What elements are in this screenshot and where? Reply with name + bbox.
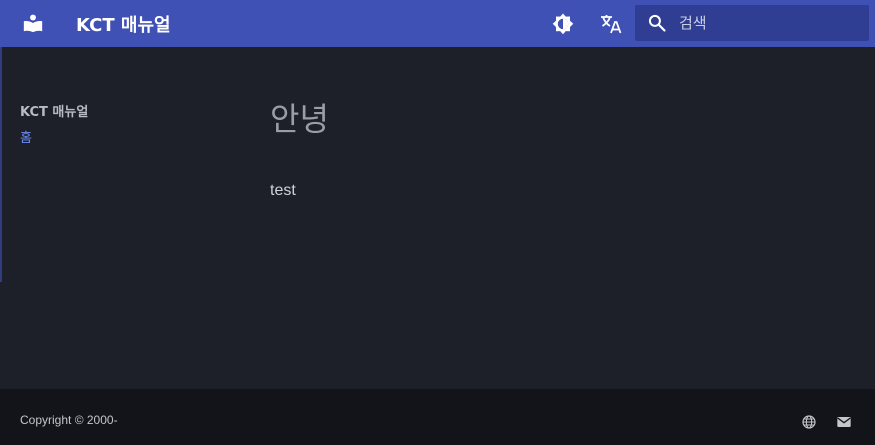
sidebar-item-home[interactable]: 홈	[20, 127, 32, 146]
site-title[interactable]: KCT 매뉴얼	[76, 11, 171, 37]
search-box[interactable]	[635, 5, 869, 41]
search-input[interactable]	[679, 11, 859, 35]
translate-icon[interactable]	[599, 12, 623, 36]
mail-icon[interactable]	[836, 414, 852, 430]
copyright-text: Copyright © 2000-	[20, 413, 118, 427]
page-footer: Copyright © 2000-	[0, 389, 875, 445]
body-text: test	[270, 182, 296, 199]
sidebar-title: KCT 매뉴얼	[20, 105, 89, 120]
search-icon	[648, 14, 666, 32]
top-header: KCT 매뉴얼	[0, 0, 875, 47]
brightness-icon[interactable]	[551, 12, 575, 36]
book-reader-icon[interactable]	[22, 12, 44, 34]
globe-icon[interactable]	[801, 414, 817, 430]
scroll-indicator	[0, 47, 2, 282]
page-title: 안녕	[270, 100, 329, 138]
